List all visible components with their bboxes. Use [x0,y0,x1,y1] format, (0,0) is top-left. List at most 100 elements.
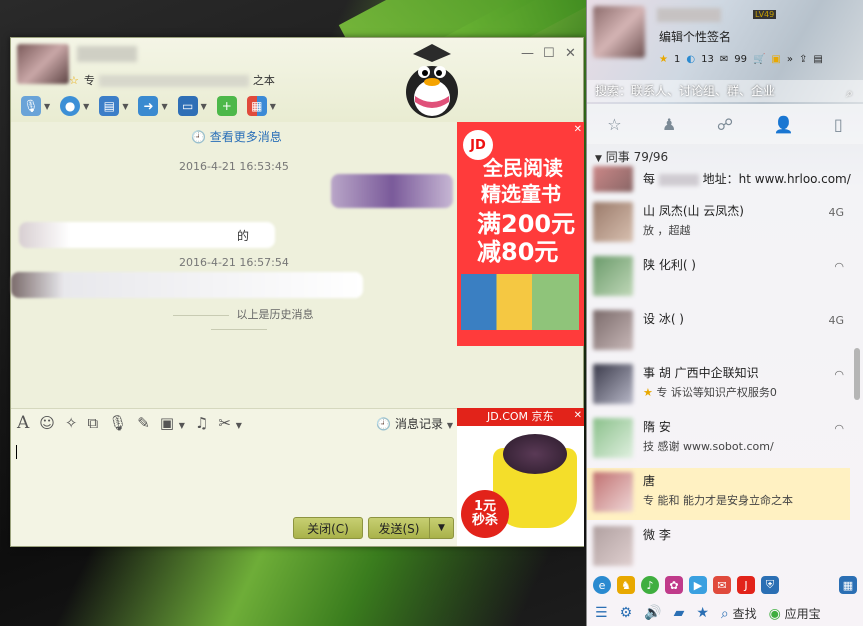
close-button[interactable]: 关闭(C) [293,517,363,539]
jd-app-icon[interactable]: J [737,576,755,594]
contact-avatar[interactable] [17,44,69,84]
view-more-messages-link[interactable]: 🕘 查看更多消息 [191,128,282,145]
friend-list-item[interactable]: 唐 专 能和 能力才是安身立命之本 [587,468,850,520]
tab-contacts-icon[interactable]: ♟ [662,115,676,134]
signature-edit[interactable]: 编辑个性签名 [659,28,731,45]
tab-friends-icon[interactable]: 👤 [774,115,794,134]
send-button[interactable]: 发送(S) ▼ [368,517,454,539]
chevron-down-icon: ▼ [595,154,602,164]
voice-call-button[interactable]: 🎙 ▼ [19,94,52,118]
send-label[interactable]: 发送(S) [369,518,429,538]
apps-grid-icon: ▦ [246,96,267,116]
cart-icon[interactable]: 🛒 [753,54,765,65]
settings-gear-icon[interactable]: ⚙ [620,605,633,621]
friend-name: 山 凤杰(山 云凤杰) [643,204,744,218]
folder-icon[interactable]: ▰ [674,605,685,621]
message-history: 🕘 查看更多消息 2016-4-21 16:53:45 的 2016-4-21 … [11,122,457,408]
group-header[interactable]: ▼ 同事 79/96 [595,148,668,165]
friend-name: 隋 安 [643,420,671,434]
message-input-area[interactable]: A ☺ ✧ ⧉ 🎙 ✎ ▣ ▼ ♫ ✂ ▼ 🕘 消息记录 ▼ 关闭(C) 发送(… [11,408,457,546]
friend-list-item[interactable]: 事 胡 广西中企联知识 ★ 专 诉讼等知识产权服务0 ◠ [587,360,850,412]
sent-message-bubble [331,174,453,208]
image-icon[interactable]: ▣ ▼ [160,414,185,432]
ad-subheadline: 精选童书 [481,182,561,206]
user-nickname [657,8,721,22]
friend-list-item[interactable]: 设 冰( ) 4G [587,306,850,358]
magic-wand-icon[interactable]: ✧ [65,414,78,432]
video-play-icon[interactable]: ▶ [689,576,707,594]
mail-icon[interactable]: ✉ [720,54,728,65]
security-shield-icon[interactable]: ⛨ [761,576,779,594]
send-file-button[interactable]: ➜ ▼ [136,94,169,118]
favorites-icon[interactable]: ★ [696,605,709,621]
mail-app-icon[interactable]: ✉ [713,576,731,594]
profile-header: LV49 编辑个性签名 ★ 1 ◐ 13 ✉ 99 🛒 ▣ » ⇪ ▤ 搜索：联系人、… [587,0,863,104]
received-message-bubble [11,272,363,298]
friend-avatar [593,166,633,192]
ad-discount: 减80元 [477,238,559,266]
font-icon[interactable]: A [17,413,29,433]
friend-list-item[interactable]: 陕 化利( ) ◠ [587,252,850,304]
video-call-button[interactable]: ● ▼ [58,94,91,118]
star-icon: ☆ [69,74,79,87]
search-icon[interactable]: ⌕ [846,82,853,104]
message-timestamp: 2016-4-21 16:53:45 [179,160,289,173]
remote-assist-button[interactable]: ▭ ▼ [176,94,209,118]
tab-phone-icon[interactable]: ▯ [834,115,843,134]
maximize-button[interactable]: ☐ [543,46,555,61]
monitor-icon: ▭ [177,96,198,116]
message-record-button[interactable]: 🕘 消息记录 ▼ [376,415,453,432]
minimize-button[interactable]: — [521,46,534,61]
text-cursor [16,445,17,459]
music-app-icon[interactable]: ♪ [641,576,659,594]
friend-avatar [593,256,633,296]
screenshot-scissors-icon[interactable]: ✂ ▼ [218,414,242,432]
edit-icon[interactable]: ✎ [137,414,150,432]
game-icon[interactable]: ♞ [617,576,635,594]
jd-book-ad[interactable]: ✕ JD 全民阅读 精选童书 满200元 减80元 [457,122,584,346]
friend-list-scrollbar[interactable] [854,348,860,400]
friend-name: 陕 化利( ) [643,258,696,272]
emoji-icon[interactable]: ☺ [39,414,55,432]
search-input[interactable]: 搜索：联系人、讨论组、群、企业 ⌕ [587,80,863,102]
app-store-button[interactable]: ◉ 应用宝 [769,605,821,622]
main-menu-icon[interactable]: ☰ [595,605,608,621]
skin-icon[interactable]: ▤ [813,54,822,65]
zone-icon[interactable]: ◐ [686,54,695,65]
tab-favorites-icon[interactable]: ☆ [607,115,621,134]
friend-list-item[interactable]: 微 李 [587,522,850,568]
flower-icon[interactable]: ✿ [665,576,683,594]
jd-plant-ad[interactable]: JD.COM 京东 ✕ 1元 秒杀 [457,408,584,546]
more-icon[interactable]: » [787,54,793,65]
friend-avatar [593,472,633,512]
close-ad-icon[interactable]: ✕ [574,410,582,421]
ad-headline: 全民阅读 [483,156,563,180]
send-options-dropdown[interactable]: ▼ [429,518,453,538]
upload-icon[interactable]: ⇪ [799,54,807,65]
shake-window-icon[interactable]: ⧉ [88,414,99,432]
apps-button[interactable]: ▦ ▼ [245,94,278,118]
music-icon[interactable]: ♫ [195,414,208,432]
close-ad-icon[interactable]: ✕ [574,124,582,135]
create-discussion-button[interactable]: + [215,94,239,118]
friend-list-item[interactable]: 隋 安 技 感谢 www.sobot.com/ ◠ [587,414,850,466]
friend-list-item[interactable]: 山 凤杰(山 云凤杰) 放 ，超越 4G [587,198,850,250]
more-apps-grid-icon[interactable]: ▦ [839,576,857,594]
history-divider: 以上是历史消息 [129,306,349,335]
status-row: ★ 1 ◐ 13 ✉ 99 🛒 ▣ » ⇪ ▤ [659,54,823,65]
close-window-button[interactable]: ✕ [565,46,576,61]
qq-penguin-icon [406,44,458,118]
tab-groups-icon[interactable]: ☍ [717,115,733,134]
remote-desktop-button[interactable]: ▤ ▼ [97,94,130,118]
ad-header: JD.COM 京东 [457,408,584,426]
network-4g-label: 4G [828,206,844,219]
browser-icon[interactable]: e [593,576,611,594]
user-avatar[interactable] [593,6,645,58]
friend-list-item[interactable]: 每 地址：ht www.hrloo.com/ [587,164,851,196]
find-button[interactable]: ⌕ 查找 [721,605,757,622]
friend-name: 唐 [643,474,656,488]
received-message-text: 的 [237,229,250,243]
wallet-icon[interactable]: ▣ [771,54,780,65]
voice-message-icon[interactable]: 🎙 [108,414,127,432]
volume-icon[interactable]: 🔊 [644,605,661,621]
